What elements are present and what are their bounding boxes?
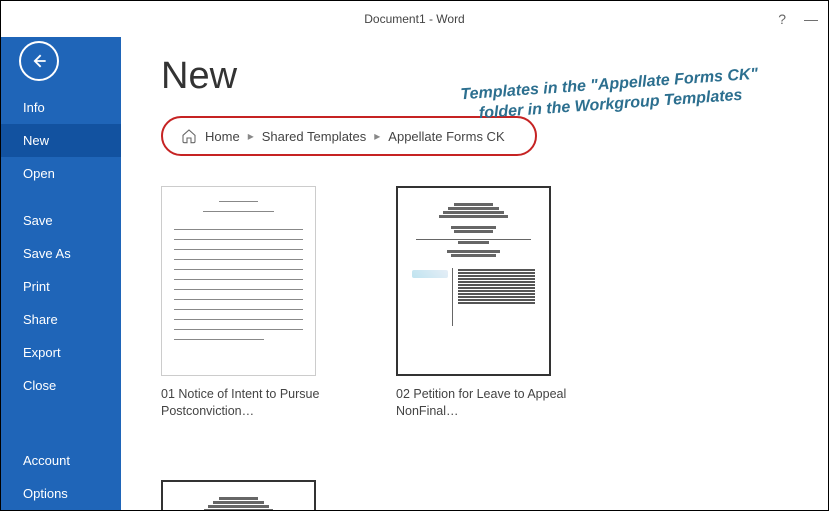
- sidebar-item-label: Open: [23, 166, 55, 181]
- template-label: 02 Petition for Leave to Appeal NonFinal…: [396, 386, 571, 420]
- sidebar-item-label: Share: [23, 312, 58, 327]
- sidebar-item-export[interactable]: Export: [1, 336, 121, 369]
- back-button[interactable]: [19, 41, 59, 81]
- sidebar-item-label: Info: [23, 100, 45, 115]
- chevron-right-icon: ▸: [248, 129, 254, 143]
- template-item[interactable]: 02 SPD Petition for Leave to Appeal NonF…: [161, 480, 336, 510]
- sidebar-item-label: Account: [23, 453, 70, 468]
- chevron-right-icon: ▸: [374, 129, 380, 143]
- sidebar-item-account[interactable]: Account: [1, 444, 121, 477]
- sidebar-item-new[interactable]: New: [1, 124, 121, 157]
- sidebar-item-print[interactable]: Print: [1, 270, 121, 303]
- template-thumbnail: [396, 186, 551, 376]
- sidebar-item-close[interactable]: Close: [1, 369, 121, 402]
- sidebar-item-save[interactable]: Save: [1, 204, 121, 237]
- sidebar-item-share[interactable]: Share: [1, 303, 121, 336]
- sidebar-item-label: Save As: [23, 246, 71, 261]
- sidebar-item-label: Save: [23, 213, 53, 228]
- sidebar-item-info[interactable]: Info: [1, 91, 121, 124]
- sidebar-item-open[interactable]: Open: [1, 157, 121, 190]
- sidebar-item-label: New: [23, 133, 49, 148]
- sidebar-item-label: Close: [23, 378, 56, 393]
- sidebar-item-label: Export: [23, 345, 61, 360]
- window-title: Document1 - Word: [364, 12, 464, 26]
- template-thumbnail: [161, 186, 316, 376]
- sidebar-item-label: Options: [23, 486, 68, 501]
- crumb-home[interactable]: Home: [205, 129, 240, 144]
- crumb-current-folder[interactable]: Appellate Forms CK: [388, 129, 504, 144]
- home-icon: [181, 128, 197, 144]
- template-label: 01 Notice of Intent to Pursue Postconvic…: [161, 386, 336, 420]
- sidebar-item-save-as[interactable]: Save As: [1, 237, 121, 270]
- minimize-icon[interactable]: —: [804, 11, 818, 27]
- sidebar-item-label: Print: [23, 279, 50, 294]
- template-item[interactable]: 01 Notice of Intent to Pursue Postconvic…: [161, 186, 336, 420]
- content-area: New Templates in the "Appellate Forms CK…: [121, 37, 828, 510]
- template-item[interactable]: 02 Petition for Leave to Appeal NonFinal…: [396, 186, 571, 420]
- crumb-shared-templates[interactable]: Shared Templates: [262, 129, 367, 144]
- help-icon[interactable]: ?: [778, 11, 786, 27]
- sidebar-item-options[interactable]: Options: [1, 477, 121, 510]
- title-bar: Document1 - Word ? —: [1, 1, 828, 37]
- template-gallery: 01 Notice of Intent to Pursue Postconvic…: [161, 186, 788, 510]
- backstage-sidebar: Info New Open Save Save As Print Share E…: [1, 37, 121, 510]
- template-thumbnail: [161, 480, 316, 510]
